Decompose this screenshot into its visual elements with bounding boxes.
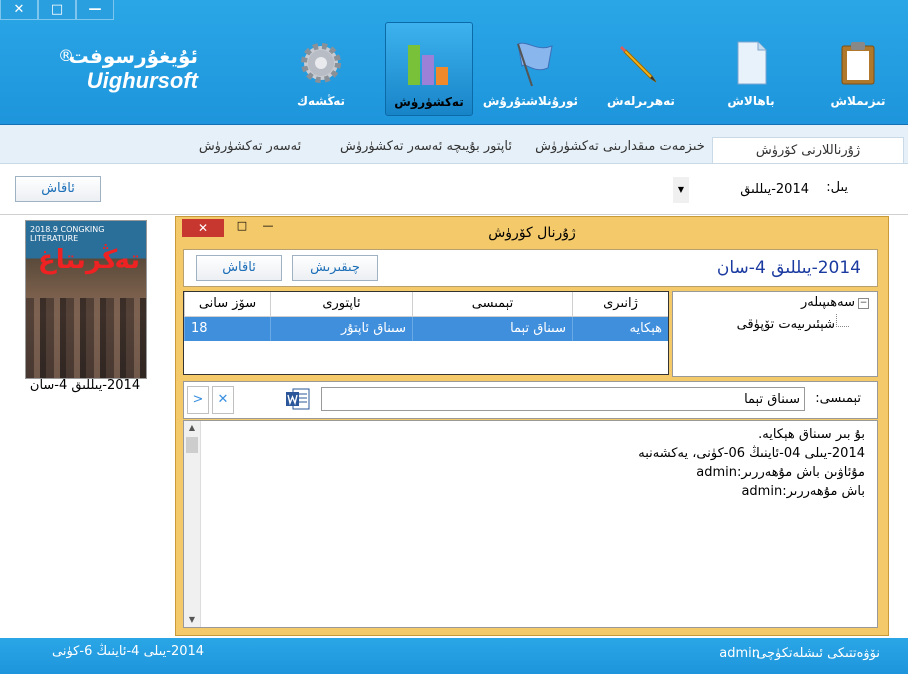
gear-icon bbox=[301, 43, 341, 83]
issue-heading: 2014-يىللىق 4-سان bbox=[716, 258, 861, 278]
topic-input[interactable]: سىناق تېما bbox=[321, 387, 805, 411]
brand-uyghur: ئۇيغۇرسوفت bbox=[68, 44, 198, 68]
status-date: 2014-يىلى 4-ئاينىڭ 6-كۈنى bbox=[52, 644, 205, 659]
table-cell: ھېكايە bbox=[572, 317, 668, 341]
tree-root[interactable]: سەھىپىلەر bbox=[801, 295, 855, 310]
toolbar-label: باھالاش bbox=[727, 94, 775, 108]
journal-dialog: ✕ □ — ژۇرنال كۆرۈش ئاقاش چىقىرىش 2014-يى… bbox=[175, 216, 889, 636]
year-select[interactable]: ▼ 2014-يىللىق bbox=[672, 176, 814, 204]
table-cell: سىناق تېما bbox=[412, 317, 572, 341]
tree-item[interactable]: شېئىرىيەت تۆپۈقى bbox=[737, 317, 835, 332]
year-select-value: 2014-يىللىق bbox=[740, 182, 809, 197]
tab-workload-check[interactable]: خىزمەت مىقدارىنى تەكشۈرۈش bbox=[530, 134, 710, 160]
scroll-thumb[interactable] bbox=[186, 437, 198, 453]
registered-mark: ® bbox=[58, 46, 74, 65]
chevron-down-icon[interactable]: ▼ bbox=[673, 177, 689, 203]
dialog-header-panel: ئاقاش چىقىرىش 2014-يىللىق 4-سان bbox=[183, 249, 878, 287]
cover-photo bbox=[26, 298, 146, 378]
toolbar-settings[interactable]: تەڭشەك bbox=[278, 22, 364, 114]
close-window-button[interactable]: ✕ bbox=[0, 0, 38, 20]
collapse-icon[interactable]: − bbox=[858, 298, 869, 309]
journal-cover[interactable]: 2018.9 CONGKING LITERATURE تەڭرىتاغ bbox=[25, 220, 147, 379]
status-bar: نۆۋەتتىكى ئىشلەتكۈچى: admin 2014-يىلى 4-… bbox=[0, 638, 908, 674]
window-controls: ✕ □ — bbox=[0, 0, 114, 21]
main-ribbon: ✕ □ — ® ئۇيغۇرسوفت Uighursoft تىزىملاش ب… bbox=[0, 0, 908, 125]
filter-bar: ئاقاش ▼ 2014-يىللىق يىل: bbox=[0, 164, 908, 215]
toolbar-label: ئورۇنلاشتۇرۇش bbox=[482, 94, 578, 108]
brand-latin: Uighursoft bbox=[86, 68, 198, 93]
tab-work-check[interactable]: ئەسەر تەكشۈرۈش bbox=[180, 134, 320, 160]
tree-connector bbox=[836, 314, 849, 327]
text-line: مۇئاۋىن باش مۇھەررىر:admin bbox=[696, 465, 865, 480]
toolbar-register[interactable]: تىزىملاش bbox=[815, 22, 901, 114]
brand-logo: ® ئۇيغۇرسوفت Uighursoft bbox=[58, 44, 198, 94]
pencil-icon bbox=[620, 46, 657, 83]
content-textarea[interactable]: ▲ ▼ بۇ بىر سىناق ھېكايە. 2014-يىلى 04-ئا… bbox=[183, 420, 878, 628]
toolbar-edit[interactable]: تەھرىرلەش bbox=[598, 22, 684, 114]
text-line: بۇ بىر سىناق ھېكايە. bbox=[758, 427, 865, 442]
topic-label: تېمىسى: bbox=[815, 391, 861, 406]
scroll-down-icon[interactable]: ▼ bbox=[184, 613, 200, 627]
column-header[interactable]: ژانىرى bbox=[572, 292, 668, 316]
next-button[interactable]: > bbox=[187, 386, 209, 414]
column-header[interactable]: تېمىسى bbox=[412, 292, 572, 316]
toolbar-label: تىزىملاش bbox=[830, 94, 886, 108]
dialog-title: ژۇرنال كۆرۈش bbox=[488, 225, 576, 241]
clipboard-icon bbox=[841, 42, 875, 85]
current-user-label: نۆۋەتتىكى ئىشلەتكۈچى: bbox=[751, 646, 880, 661]
tab-author-check[interactable]: ئاپتور بۇيىچە ئەسەر تەكشۈرۈش bbox=[336, 134, 516, 160]
cover-caption: 2014-يىللىق 4-سان bbox=[29, 378, 141, 393]
search-button[interactable]: ئاقاش bbox=[15, 176, 101, 202]
cover-title: تەڭرىتاغ bbox=[38, 245, 140, 275]
category-tree: − سەھىپىلەر شېئىرىيەت تۆپۈقى bbox=[672, 291, 878, 377]
document-icon bbox=[737, 41, 767, 85]
app-window: ✕ □ — ® ئۇيغۇرسوفت Uighursoft تىزىملاش ب… bbox=[0, 0, 908, 674]
year-label: يىل: bbox=[826, 180, 848, 195]
table-header: ژانىرى تېمىسى ئاپتورى سۆز سانى bbox=[184, 292, 668, 317]
toolbar-label: تەكشۈرۈش bbox=[394, 95, 464, 109]
toolbar-arrange[interactable]: ئورۇنلاشتۇرۇش bbox=[482, 22, 578, 114]
current-user: admin bbox=[719, 646, 760, 661]
dialog-search-button[interactable]: ئاقاش bbox=[196, 255, 282, 281]
toolbar-evaluate[interactable]: باھالاش bbox=[708, 22, 794, 114]
text-line: 2014-يىلى 04-ئاينىڭ 06-كۈنى، يەكشەنبە bbox=[638, 446, 865, 461]
tab-strip: ژۇرناللارنى كۆرۈش خىزمەت مىقدارىنى تەكشۈ… bbox=[0, 125, 908, 164]
minimize-window-button[interactable]: — bbox=[76, 0, 114, 20]
column-header[interactable]: ئاپتورى bbox=[270, 292, 412, 316]
table-row[interactable]: ھېكايە سىناق تېما سىناق ئاپتۇر 18 bbox=[184, 317, 668, 341]
text-line: باش مۇھەررىر:admin bbox=[741, 484, 865, 499]
toolbar-label: تەھرىرلەش bbox=[607, 94, 675, 108]
table-cell: سىناق ئاپتۇر bbox=[270, 317, 412, 341]
cover-top-text: 2018.9 CONGKING LITERATURE bbox=[30, 225, 105, 243]
export-button[interactable]: چىقىرىش bbox=[292, 255, 378, 281]
maximize-window-button[interactable]: □ bbox=[38, 0, 76, 20]
table-cell: 18 bbox=[184, 317, 270, 341]
topic-search-panel: > ✕ سىناق تېما تېمىسى: bbox=[183, 381, 878, 419]
column-header[interactable]: سۆز سانى bbox=[184, 292, 270, 316]
toolbar-label: تەڭشەك bbox=[297, 94, 345, 108]
clear-button[interactable]: ✕ bbox=[212, 386, 234, 414]
scroll-up-icon[interactable]: ▲ bbox=[184, 421, 200, 435]
dialog-titlebar: ✕ □ — ژۇرنال كۆرۈش bbox=[176, 217, 888, 247]
toolbar-check[interactable]: تەكشۈرۈش bbox=[385, 22, 473, 116]
flag-icon bbox=[517, 42, 553, 87]
word-icon[interactable] bbox=[285, 386, 311, 412]
works-table: ژانىرى تېمىسى ئاپتورى سۆز سانى ھېكايە سى… bbox=[183, 291, 669, 375]
bar-chart-icon bbox=[408, 45, 448, 85]
tab-view-journals[interactable]: ژۇرناللارنى كۆرۈش bbox=[712, 137, 904, 163]
vertical-scrollbar[interactable]: ▲ ▼ bbox=[184, 421, 201, 627]
